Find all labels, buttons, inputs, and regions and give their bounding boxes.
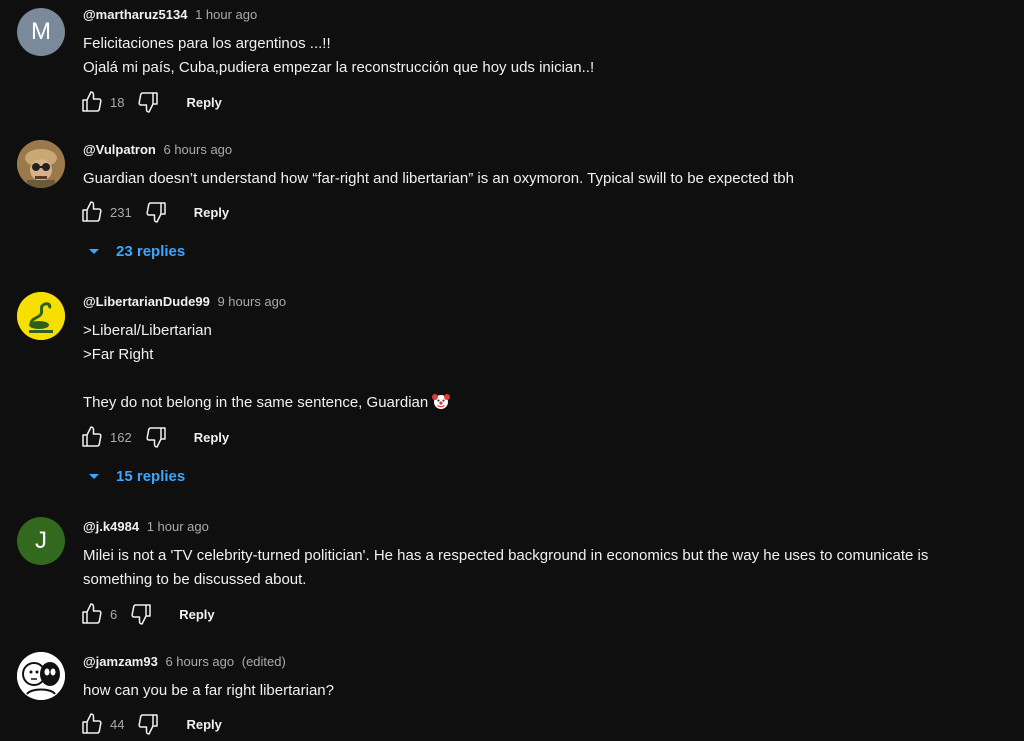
- like-count: 18: [110, 94, 125, 110]
- comment-time[interactable]: 6 hours ago: [163, 142, 232, 157]
- avatar[interactable]: [17, 292, 65, 340]
- reply-button[interactable]: Reply: [186, 95, 221, 110]
- comment-actions: 162 Reply: [80, 425, 229, 449]
- edited-label: (edited): [241, 654, 286, 669]
- comment-actions: 231 Reply: [80, 200, 229, 224]
- avatar-letter: J: [35, 527, 47, 554]
- avatar[interactable]: [17, 140, 65, 188]
- reply-button[interactable]: Reply: [194, 205, 229, 220]
- like-count: 44: [110, 716, 125, 732]
- comment-line: how can you be a far right libertarian?: [83, 682, 334, 699]
- person-with-goggles-avatar-icon: [17, 140, 65, 188]
- comments-section: M @martharuz5134 1 hour ago Felicitacion…: [0, 0, 1024, 741]
- like-icon[interactable]: [80, 712, 104, 736]
- like-icon[interactable]: [80, 200, 104, 224]
- reply-button[interactable]: Reply: [186, 717, 221, 732]
- reply-button[interactable]: Reply: [194, 430, 229, 445]
- cartoon-faces-avatar-icon: [17, 652, 65, 700]
- comment-line: Guardian doesn’t understand how “far-rig…: [83, 170, 794, 187]
- comment-line: >Liberal/Libertarian: [83, 322, 212, 339]
- avatar[interactable]: J: [17, 517, 65, 565]
- view-replies-button[interactable]: 15 replies: [88, 468, 185, 485]
- reply-button[interactable]: Reply: [179, 607, 214, 622]
- comment-text: Guardian doesn’t understand how “far-rig…: [83, 167, 1016, 191]
- like-icon[interactable]: [80, 425, 104, 449]
- replies-count-label: 15 replies: [116, 468, 186, 485]
- view-replies-button[interactable]: 23 replies: [88, 243, 185, 260]
- dislike-icon[interactable]: [129, 602, 153, 626]
- comment-header: @martharuz5134 1 hour ago: [83, 6, 1016, 24]
- comment-header: @Vulpatron 6 hours ago: [83, 141, 1016, 159]
- comment-header: @j.k4984 1 hour ago: [83, 518, 1016, 536]
- comment-line: Milei is not a 'TV celebrity-turned poli…: [83, 547, 929, 564]
- comment-author[interactable]: @LibertarianDude99: [83, 294, 210, 309]
- comment-line: [83, 367, 1016, 391]
- comment-author[interactable]: @j.k4984: [83, 519, 139, 534]
- comment-header: @jamzam93 6 hours ago (edited): [83, 653, 1016, 671]
- avatar[interactable]: [17, 652, 65, 700]
- comment-time[interactable]: 6 hours ago: [165, 654, 234, 669]
- like-icon[interactable]: [80, 90, 104, 114]
- comment-text: Milei is not a 'TV celebrity-turned poli…: [83, 544, 1016, 592]
- like-icon[interactable]: [80, 602, 104, 626]
- chevron-down-icon: [88, 248, 100, 256]
- dislike-icon[interactable]: [136, 90, 160, 114]
- dislike-icon[interactable]: [144, 425, 168, 449]
- comment-line: They do not belong in the same sentence,…: [83, 391, 1016, 418]
- avatar-letter: M: [31, 18, 51, 45]
- comment-text: Felicitaciones para los argentinos ...!!…: [83, 32, 1016, 80]
- comment-author[interactable]: @martharuz5134: [83, 7, 187, 22]
- comment-actions: 6 Reply: [80, 602, 215, 626]
- replies-count-label: 23 replies: [116, 243, 186, 260]
- like-count: 162: [110, 429, 132, 445]
- comment-line: >Far Right: [83, 346, 154, 363]
- comment-line: something to be discussed about.: [83, 571, 307, 588]
- comment-actions: 18 Reply: [80, 90, 222, 114]
- comment-author[interactable]: @Vulpatron: [83, 142, 156, 157]
- comment-line: Felicitaciones para los argentinos ...!!: [83, 35, 331, 52]
- clown-face-emoji-icon: [432, 392, 451, 418]
- chevron-down-icon: [88, 473, 100, 481]
- dislike-icon[interactable]: [136, 712, 160, 736]
- like-count: 231: [110, 204, 132, 220]
- comment-time[interactable]: 9 hours ago: [217, 294, 286, 309]
- like-count: 6: [110, 606, 118, 622]
- comment-author[interactable]: @jamzam93: [83, 654, 158, 669]
- comment-header: @LibertarianDude99 9 hours ago: [83, 293, 1016, 311]
- comment-text: >Liberal/Libertarian >Far Right They do …: [83, 319, 1016, 418]
- comment-text: how can you be a far right libertarian?: [83, 679, 1016, 703]
- comment-time[interactable]: 1 hour ago: [147, 519, 209, 534]
- comment-line-text: They do not belong in the same sentence,…: [83, 394, 429, 411]
- avatar[interactable]: M: [17, 8, 65, 56]
- comment-time[interactable]: 1 hour ago: [195, 7, 257, 22]
- comment-line: Ojalá mi país, Cuba,pudiera empezar la r…: [83, 59, 595, 76]
- dislike-icon[interactable]: [144, 200, 168, 224]
- gadsden-snake-avatar-icon: [17, 292, 65, 340]
- comment-actions: 44 Reply: [80, 712, 222, 736]
